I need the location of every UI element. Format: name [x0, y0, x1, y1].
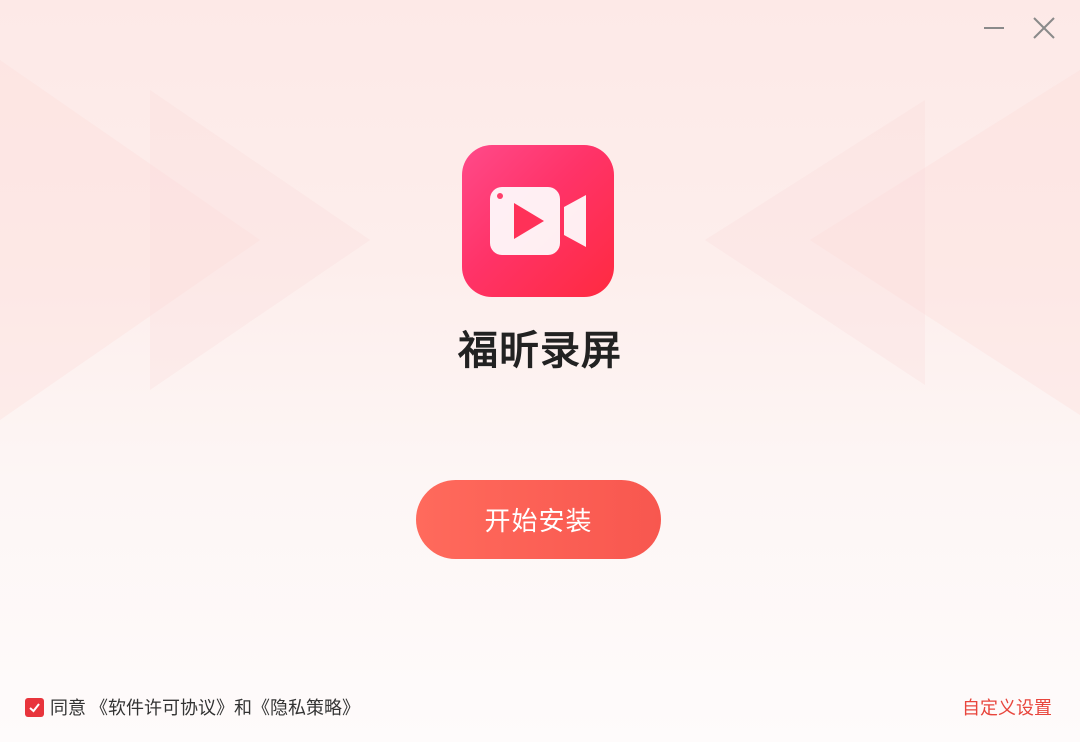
installer-window: 福昕录屏 开始安装 同意 《软件许可协议》 和 《隐私策略》 自定义设置	[0, 0, 1080, 742]
start-install-button[interactable]: 开始安装	[416, 480, 661, 559]
agreement-conjunction: 和	[234, 698, 252, 719]
agree-label: 同意	[50, 698, 86, 719]
close-button[interactable]	[1030, 14, 1058, 42]
license-agreement-link[interactable]: 《软件许可协议》	[90, 694, 234, 720]
privacy-policy-link[interactable]: 《隐私策略》	[252, 694, 360, 720]
minimize-button[interactable]	[980, 14, 1008, 42]
checkmark-icon	[29, 702, 40, 712]
agreement-row: 同意 《软件许可协议》 和 《隐私策略》	[25, 694, 360, 720]
close-icon	[1033, 17, 1055, 39]
app-logo	[462, 145, 614, 297]
minimize-icon	[984, 27, 1004, 29]
window-controls	[980, 14, 1058, 42]
video-camera-icon	[490, 187, 586, 255]
app-name: 福昕录屏	[458, 328, 622, 374]
custom-settings-link[interactable]: 自定义设置	[962, 694, 1052, 720]
agree-checkbox[interactable]	[25, 697, 44, 717]
